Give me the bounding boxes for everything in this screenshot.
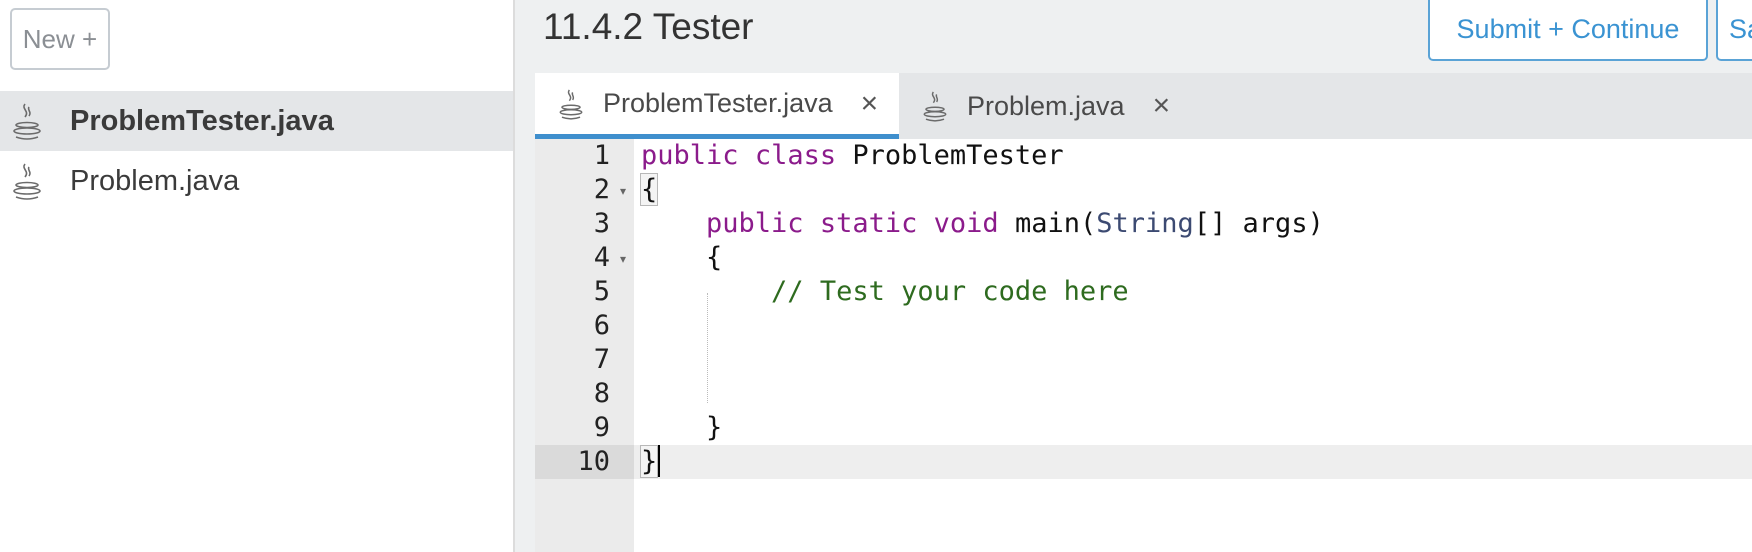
- java-icon: [923, 91, 947, 122]
- code-text: // Test your code here: [641, 275, 1129, 309]
- line-number: 3: [593, 208, 610, 239]
- file-name: ProblemTester.java: [70, 104, 334, 137]
- file-item-problemtester[interactable]: ProblemTester.java: [0, 91, 513, 151]
- code-text: {: [641, 241, 722, 275]
- code-line[interactable]: public class ProblemTester: [634, 139, 1752, 173]
- code-token: main(: [998, 208, 1097, 239]
- close-icon[interactable]: ×: [861, 88, 879, 119]
- code-token: static: [819, 208, 918, 239]
- close-icon[interactable]: ×: [1153, 91, 1171, 121]
- line-number: 4: [593, 242, 610, 273]
- tab-problem[interactable]: Problem.java ×: [899, 73, 1171, 139]
- tab-label: Problem.java: [967, 90, 1125, 121]
- code-line[interactable]: {: [634, 241, 1752, 275]
- code-token: ProblemTester: [836, 140, 1064, 171]
- code-line[interactable]: }: [634, 444, 1752, 479]
- code-token: // Test your code here: [771, 276, 1129, 307]
- file-list: ProblemTester.java Problem.java: [0, 91, 513, 211]
- code-token: class: [754, 140, 837, 171]
- code-token: void: [933, 208, 999, 239]
- tab-label: ProblemTester.java: [603, 88, 833, 118]
- line-number: 7: [593, 344, 610, 375]
- code-line[interactable]: [634, 309, 1752, 343]
- code-token: String: [1096, 208, 1194, 239]
- file-name: Problem.java: [70, 164, 240, 197]
- line-number: 1: [593, 140, 610, 171]
- editor-panel: 11.4.2 Tester Submit + Continue Save Pro…: [515, 0, 1752, 552]
- fold-arrow-icon[interactable]: ▾: [620, 184, 626, 198]
- code-text: public class ProblemTester: [641, 139, 1064, 173]
- code-text: {: [639, 173, 659, 207]
- code-token: [] args): [1193, 208, 1324, 239]
- code-token: public: [706, 208, 804, 239]
- code-line[interactable]: {: [634, 173, 1752, 207]
- code-text: public static void main(String[] args): [641, 207, 1324, 241]
- code-token: }: [641, 412, 723, 443]
- code-line[interactable]: public static void main(String[] args): [634, 207, 1752, 241]
- new-file-button[interactable]: New +: [10, 8, 110, 70]
- code-area[interactable]: public class ProblemTester{ public stati…: [634, 139, 1752, 552]
- code-editor[interactable]: 1 2 ▾ 3 4 ▾ 5 6 7 8 9 10 public class ProblemTester…: [535, 139, 1752, 552]
- java-icon: [559, 89, 583, 120]
- line-number-gutter: 1 2 ▾ 3 4 ▾ 5 6 7 8 9 10: [535, 139, 634, 552]
- page-title: 11.4.2 Tester: [543, 6, 754, 47]
- code-text: }: [641, 411, 722, 445]
- code-token: {: [639, 173, 659, 206]
- java-icon: [13, 163, 41, 200]
- file-panel: New + ProblemTester.java Problem.java: [0, 0, 515, 552]
- line-number: 8: [593, 378, 610, 409]
- text-cursor: [657, 444, 661, 477]
- code-token: public: [641, 140, 739, 171]
- code-line[interactable]: }: [634, 411, 1752, 445]
- code-token: {: [641, 242, 723, 273]
- line-number: 2: [593, 174, 610, 205]
- code-line[interactable]: // Test your code here: [634, 275, 1752, 309]
- code-line[interactable]: [634, 343, 1752, 377]
- code-text: }: [639, 444, 661, 479]
- code-token: }: [639, 445, 659, 478]
- line-number: 6: [593, 310, 610, 341]
- line-number: 5: [593, 276, 610, 307]
- line-number: 10: [577, 446, 610, 477]
- code-line[interactable]: [634, 377, 1752, 411]
- tab-problemtester[interactable]: ProblemTester.java ×: [535, 73, 899, 139]
- java-icon: [13, 103, 41, 140]
- file-item-problem[interactable]: Problem.java: [0, 151, 513, 211]
- save-button[interactable]: Save: [1716, 0, 1752, 61]
- line-number: 9: [593, 412, 610, 443]
- submit-continue-button[interactable]: Submit + Continue: [1428, 0, 1708, 61]
- fold-arrow-icon[interactable]: ▾: [620, 252, 626, 266]
- editor-tabs: ProblemTester.java × Problem.java ×: [535, 73, 1752, 139]
